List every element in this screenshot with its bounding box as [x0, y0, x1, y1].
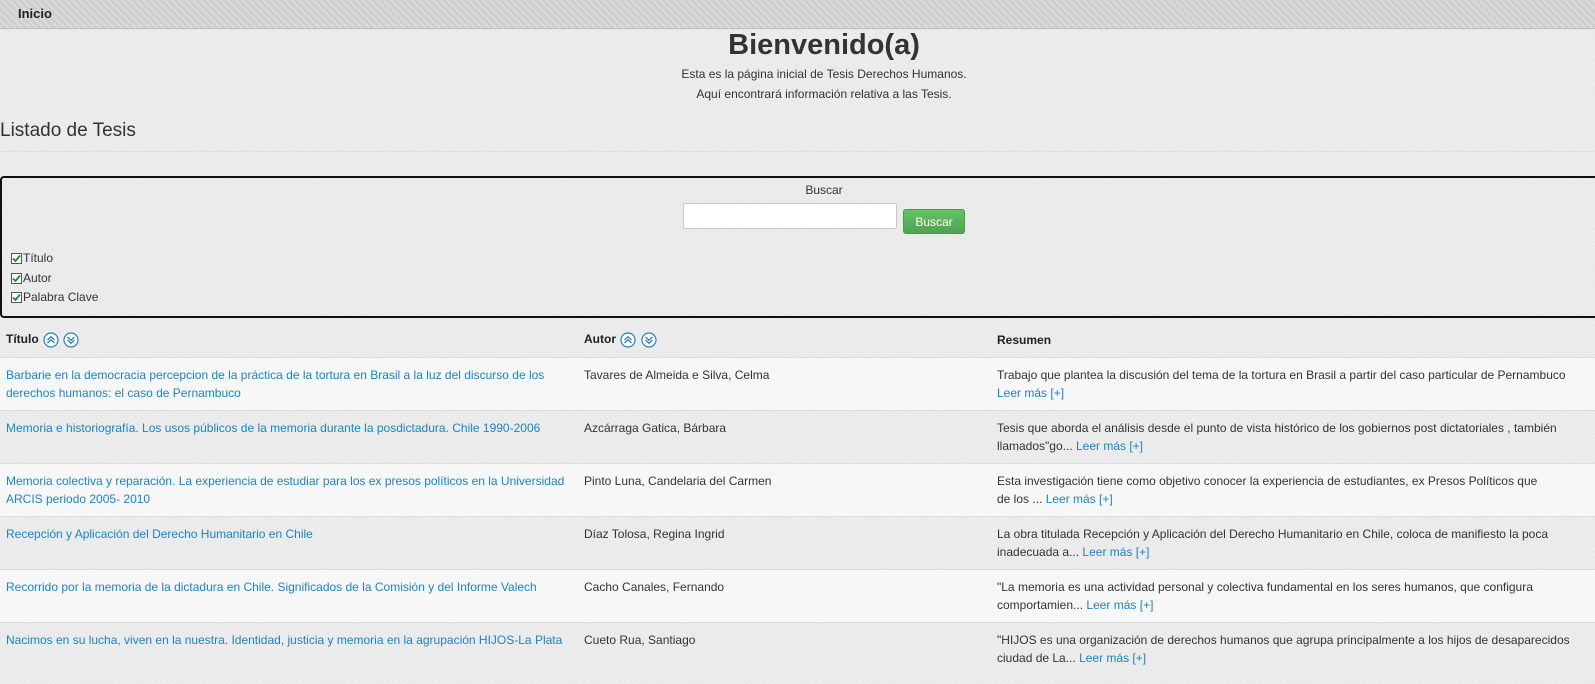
- table-row: Memoria colectiva y reparación. La exper…: [0, 463, 1595, 517]
- read-more-link[interactable]: Leer más [+]: [1046, 492, 1113, 506]
- tesis-table: Título Autor Resumen Barbarie en la demo…: [0, 323, 1595, 675]
- read-more-link[interactable]: Leer más [+]: [997, 386, 1064, 400]
- filter-palabra-clave[interactable]: Palabra Clave: [11, 290, 98, 304]
- listing-title: Listado de Tesis: [0, 120, 136, 141]
- filter-label-palabra-clave: Palabra Clave: [23, 290, 99, 304]
- summary-text-cont: ciudad de La...: [997, 651, 1076, 665]
- search-label: Buscar: [805, 183, 843, 197]
- check-icon: [12, 274, 21, 282]
- filter-titulo[interactable]: Título: [11, 251, 53, 265]
- author-cell: Díaz Tolosa, Regina Ingrid: [578, 516, 991, 570]
- tesis-title-link[interactable]: Recepción y Aplicación del Derecho Human…: [6, 527, 313, 541]
- summary-text-cont: llamados"go...: [997, 439, 1073, 453]
- summary-cell: Esta investigación tiene como objetivo c…: [991, 463, 1595, 517]
- tesis-title-link[interactable]: Nacimos en su lucha, viven en la nuestra…: [6, 633, 562, 647]
- intro-text-line1: Esta es la página inicial de Tesis Derec…: [681, 67, 967, 81]
- summary-cell: Tesis que aborda el análisis desde el pu…: [991, 410, 1595, 464]
- check-icon: [12, 293, 21, 301]
- checkbox-palabra-clave[interactable]: [11, 291, 22, 303]
- read-more-link[interactable]: Leer más [+]: [1082, 545, 1149, 559]
- tesis-title-link[interactable]: Barbarie en la democracia percepcion de …: [6, 368, 544, 400]
- header-resumen: Resumen: [991, 323, 1595, 358]
- author-cell: Pinto Luna, Candelaria del Carmen: [578, 463, 991, 517]
- filter-label-autor: Autor: [23, 271, 52, 285]
- author-cell: Cacho Canales, Fernando: [578, 569, 991, 623]
- search-button[interactable]: Buscar: [903, 209, 965, 234]
- summary-cell: "HIJOS es una organización de derechos h…: [991, 622, 1595, 675]
- author-cell: Cueto Rua, Santiago: [578, 622, 991, 675]
- summary-text: Trabajo que plantea la discusión del tem…: [997, 368, 1566, 382]
- read-more-link[interactable]: Leer más [+]: [1079, 651, 1146, 665]
- read-more-link[interactable]: Leer más [+]: [1076, 439, 1143, 453]
- summary-text: La obra titulada Recepción y Aplicación …: [997, 527, 1548, 541]
- filter-label-titulo: Título: [23, 251, 54, 265]
- filter-autor[interactable]: Autor: [11, 271, 52, 285]
- section-divider: [0, 151, 1595, 152]
- sort-ascending-icon[interactable]: [43, 332, 59, 348]
- nav-home-link[interactable]: Inicio: [18, 6, 52, 21]
- intro-text-line2: Aquí encontrará información relativa a l…: [696, 87, 952, 101]
- search-panel: [0, 176, 1595, 318]
- table-row: Barbarie en la democracia percepcion de …: [0, 357, 1595, 411]
- header-titulo: Título: [0, 323, 578, 358]
- author-cell: Azcárraga Gatica, Bárbara: [578, 410, 991, 464]
- summary-text: "La memoria es una actividad personal y …: [997, 580, 1533, 594]
- table-row: Memoria e historiografía. Los usos públi…: [0, 410, 1595, 464]
- sort-descending-icon[interactable]: [641, 332, 657, 348]
- summary-cell: Trabajo que plantea la discusión del tem…: [991, 357, 1595, 411]
- sort-descending-icon[interactable]: [63, 332, 79, 348]
- summary-text: Tesis que aborda el análisis desde el pu…: [997, 421, 1557, 435]
- checkbox-autor[interactable]: [11, 272, 22, 284]
- table-row: Recorrido por la memoria de la dictadura…: [0, 569, 1595, 623]
- page-title: Bienvenido(a): [728, 29, 920, 61]
- tesis-title-link[interactable]: Memoria e historiografía. Los usos públi…: [6, 421, 540, 435]
- table-row: Recepción y Aplicación del Derecho Human…: [0, 516, 1595, 570]
- summary-cell: La obra titulada Recepción y Aplicación …: [991, 516, 1595, 570]
- table-header-row: Título Autor Resumen: [0, 323, 1595, 358]
- summary-text-cont: comportamien...: [997, 598, 1084, 612]
- header-autor: Autor: [578, 323, 991, 358]
- read-more-link[interactable]: Leer más [+]: [1086, 598, 1153, 612]
- summary-text: "HIJOS es una organización de derechos h…: [997, 633, 1570, 647]
- tesis-title-link[interactable]: Memoria colectiva y reparación. La exper…: [6, 474, 564, 506]
- checkbox-titulo[interactable]: [11, 252, 22, 264]
- table-row: Nacimos en su lucha, viven en la nuestra…: [0, 622, 1595, 675]
- summary-text-cont: inadecuada a...: [997, 545, 1080, 559]
- summary-text: Esta investigación tiene como objetivo c…: [997, 474, 1538, 488]
- sort-ascending-icon[interactable]: [620, 332, 636, 348]
- top-nav-bar: Inicio: [0, 0, 1595, 29]
- summary-text-cont: de los ...: [997, 492, 1043, 506]
- header-autor-label: Autor: [584, 332, 616, 347]
- tesis-title-link[interactable]: Recorrido por la memoria de la dictadura…: [6, 580, 537, 594]
- summary-cell: "La memoria es una actividad personal y …: [991, 569, 1595, 623]
- header-titulo-label: Título: [6, 332, 39, 347]
- check-icon: [12, 254, 21, 262]
- search-input[interactable]: [683, 203, 897, 229]
- author-cell: Tavares de Almeida e Silva, Celma: [578, 357, 991, 411]
